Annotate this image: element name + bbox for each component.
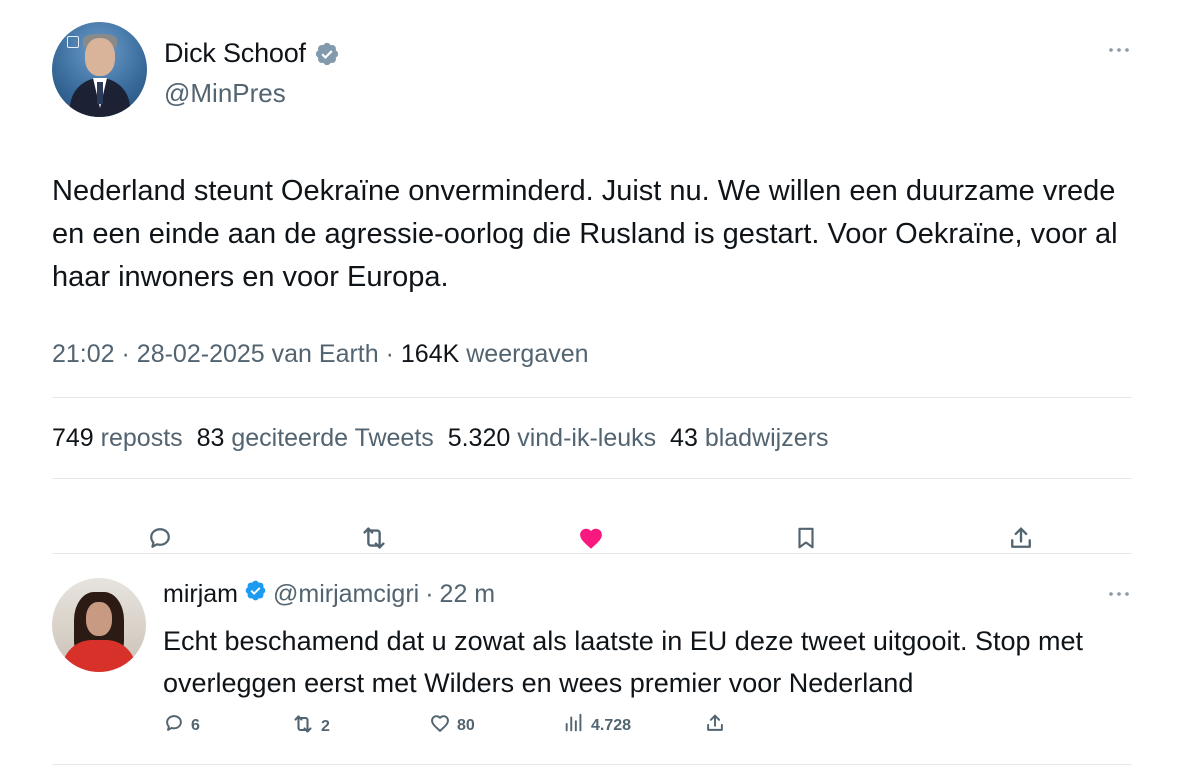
tweet-source: van Earth [271,340,379,368]
like-count: 80 [457,716,475,734]
repost-icon[interactable] [358,522,390,554]
reply-reply-button[interactable]: 6 [163,712,200,739]
bookmark-icon[interactable] [790,522,822,554]
share-icon [704,712,726,739]
view-label: weergaven [466,340,589,368]
reply-count: 6 [191,716,200,734]
verified-badge-icon[interactable] [244,579,267,609]
reply-author-name[interactable]: mirjam [163,580,238,609]
verified-badge-icon[interactable] [314,41,340,67]
author-avatar[interactable] [52,22,147,117]
reply-icon [163,712,185,739]
bookmarks-stat[interactable]: 43 bladwijzers [670,424,828,452]
reply-share-button[interactable] [704,712,726,739]
engagement-stats: 749 reposts 83 geciteerde Tweets 5.320 v… [52,424,828,453]
tweet-time[interactable]: 21:02 [52,340,115,368]
like-icon[interactable] [575,522,607,554]
view-count: 164K [400,340,460,368]
views-icon [563,712,585,739]
tweet-meta: 21:02 · 28-02-2025 van Earth · 164K weer… [52,340,589,368]
more-icon[interactable] [1106,40,1132,60]
author-handle[interactable]: @MinPres [164,78,286,109]
reply-author-avatar[interactable] [52,578,146,672]
reply-time[interactable]: 22 m [440,580,496,609]
divider [52,397,1132,398]
repost-icon [291,712,315,741]
author-name-row: Dick Schoof [164,38,340,69]
reply-like-button[interactable]: 80 [429,712,475,739]
reply-icon[interactable] [144,522,176,554]
view-count: 4.728 [591,716,632,734]
share-icon[interactable] [1005,522,1037,554]
divider [52,764,1132,765]
reply-action-bar: 6 2 80 4.728 [163,712,763,742]
divider [52,553,1132,554]
quotes-stat[interactable]: 83 geciteerde Tweets [197,424,434,452]
tweet-date[interactable]: 28-02-2025 [137,340,265,368]
reply-author-handle[interactable]: @mirjamcigri [273,580,419,609]
divider [52,478,1132,479]
repost-count: 2 [321,717,330,735]
likes-stat[interactable]: 5.320 vind-ik-leuks [448,424,656,452]
reposts-stat[interactable]: 749 reposts [52,424,183,452]
author-name[interactable]: Dick Schoof [164,38,306,69]
action-bar [52,500,1132,576]
government-crest-icon [67,36,79,48]
reply-header: mirjam @mirjamcigri · 22 m [163,579,496,609]
reply-text: Echt beschamend dat u zowat als laatste … [163,626,1084,698]
reply-views-button[interactable]: 4.728 [563,712,631,739]
tweet-text: Nederland steunt Oekraïne onverminderd. … [52,175,1118,293]
more-icon[interactable] [1106,584,1132,604]
reply-repost-button[interactable]: 2 [291,712,330,741]
like-icon [429,712,451,739]
